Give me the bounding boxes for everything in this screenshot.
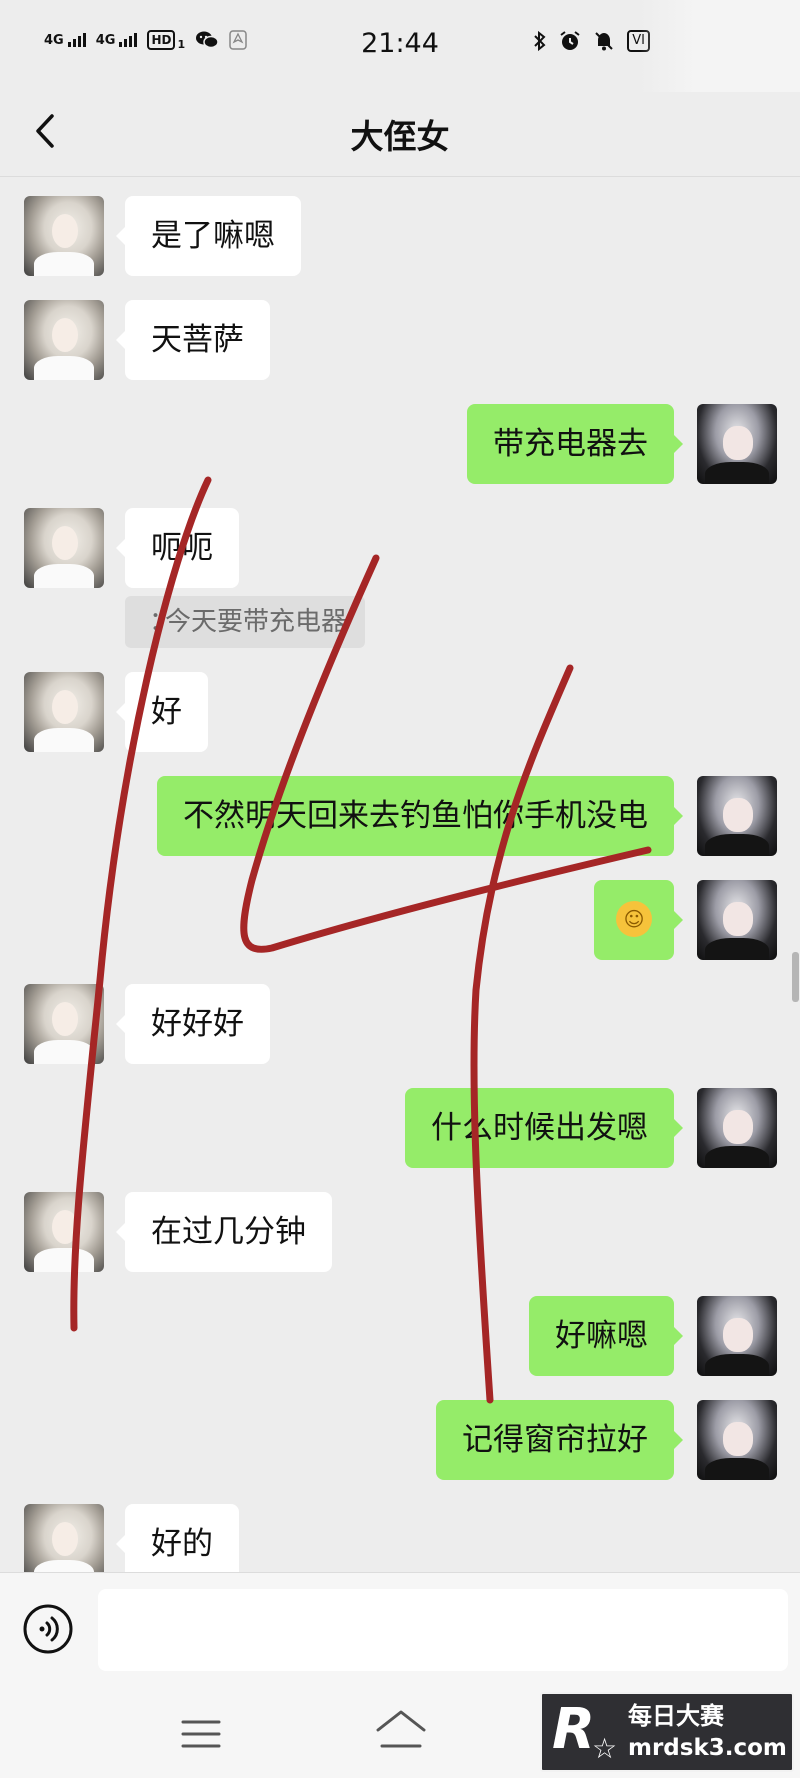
network-type-1: 4G (44, 32, 64, 48)
back-button[interactable] (22, 106, 72, 156)
mute-bell-icon (595, 32, 613, 51)
chat-title: 大侄女 (350, 117, 450, 156)
my-avatar[interactable] (697, 404, 777, 484)
status-bar: 4G 4G HD 1 21:44 VI (0, 0, 800, 92)
message-bubble[interactable]: 呃呃 (116, 508, 239, 588)
face-with-tears-of-joy-icon: ☺ (616, 900, 652, 937)
menu-icon (181, 1720, 221, 1748)
voice-icon (23, 1604, 73, 1654)
input-bar (0, 1572, 800, 1691)
my-avatar[interactable] (697, 1296, 777, 1376)
message-input[interactable] (98, 1589, 788, 1671)
message-bubble[interactable]: 带充电器去 (467, 404, 683, 484)
hd-voice-icon: HD (147, 29, 176, 50)
signal-icon-sim1: 4G (44, 32, 86, 48)
bluetooth-icon (534, 30, 546, 52)
contact-avatar[interactable] (24, 508, 104, 588)
watermark-title: 每日大赛 (628, 1702, 724, 1730)
emoji-bubble[interactable]: ☺ (594, 880, 683, 960)
hd-sim-index: 1 (177, 38, 186, 51)
my-avatar[interactable] (697, 880, 777, 960)
wechat-icon (196, 31, 219, 48)
message-bubble[interactable]: 好 (116, 672, 208, 752)
quoted-reply[interactable]: ： 今天要带充电器 (125, 596, 366, 648)
message-list[interactable]: 是了嘛嗯 天菩萨 带充电器去 呃呃 ： 今天要带充电器 好 不然明天回来去钓鱼怕… (0, 176, 800, 1572)
menu-nav-button[interactable] (175, 1708, 227, 1760)
message-bubble[interactable]: 什么时候出发嗯 (405, 1088, 683, 1168)
home-icon (376, 1710, 426, 1748)
quoted-text: 今天要带充电器 (165, 607, 348, 637)
status-bar-fade (640, 0, 800, 92)
message-bubble[interactable]: 好的 (116, 1504, 239, 1572)
watermark-logo: R ☆ 每日大赛 mrdsk3.com (540, 1692, 794, 1772)
star-icon: ☆ (592, 1732, 618, 1765)
chevron-left-icon (36, 114, 54, 148)
watermark-logo-letter: R (552, 1697, 596, 1762)
my-avatar[interactable] (697, 776, 777, 856)
watermark-url: mrdsk3.com (628, 1735, 787, 1761)
contact-avatar[interactable] (24, 300, 104, 380)
chat-header: 大侄女 (0, 92, 800, 177)
contact-avatar[interactable] (24, 1192, 104, 1272)
contact-avatar[interactable] (24, 196, 104, 276)
my-avatar[interactable] (697, 1088, 777, 1168)
message-bubble[interactable]: 不然明天回来去钓鱼怕你手机没电 (157, 776, 683, 856)
alarm-icon (560, 31, 580, 50)
message-bubble[interactable]: 在过几分钟 (116, 1192, 332, 1272)
network-type-2: 4G (95, 32, 116, 48)
location-icon (229, 29, 247, 50)
contact-avatar[interactable] (24, 1504, 104, 1572)
contact-avatar[interactable] (24, 672, 104, 752)
status-right-icons: VI (533, 30, 650, 52)
home-nav-button[interactable] (372, 1704, 430, 1760)
message-bubble[interactable]: 天菩萨 (116, 300, 270, 380)
status-time: 21:44 (361, 28, 439, 59)
message-bubble[interactable]: 记得窗帘拉好 (436, 1400, 683, 1480)
signal-icon-sim2: 4G (95, 32, 138, 48)
quote-mark: ： (149, 607, 176, 637)
scrollbar-thumb[interactable] (792, 952, 799, 1002)
message-bubble[interactable]: 好好好 (116, 984, 270, 1064)
message-bubble[interactable]: 好嘛嗯 (529, 1296, 683, 1376)
status-left-icons: 4G 4G HD 1 (44, 28, 247, 51)
voice-button[interactable] (22, 1603, 74, 1655)
contact-avatar[interactable] (24, 984, 104, 1064)
my-avatar[interactable] (697, 1400, 777, 1480)
message-bubble[interactable]: 是了嘛嗯 (116, 196, 301, 276)
